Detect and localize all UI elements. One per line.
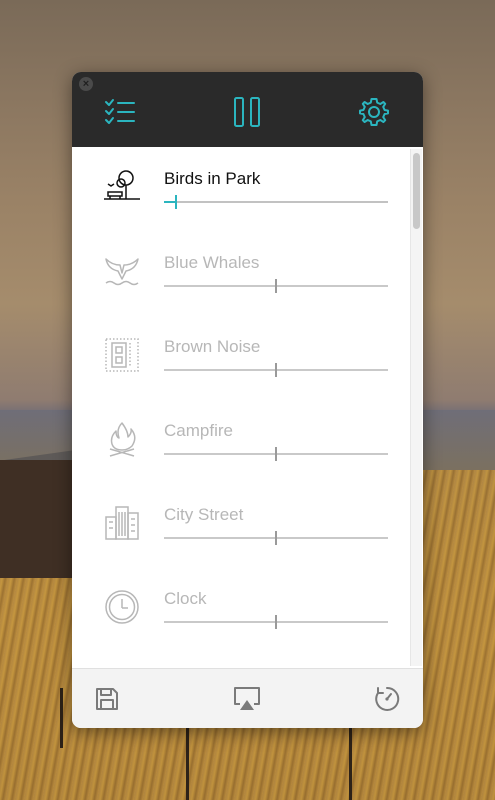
sound-label: Blue Whales <box>164 253 260 272</box>
sound-label: Brown Noise <box>164 337 261 356</box>
bottom-toolbar <box>72 668 423 728</box>
sound-label: Clock <box>164 589 207 608</box>
clock-icon <box>105 590 139 624</box>
gear-icon <box>359 98 389 126</box>
park-tree-bench-icon <box>104 170 140 200</box>
sound-row-blue-whales[interactable]: Blue Whales <box>72 231 408 315</box>
volume-slider[interactable] <box>164 615 388 629</box>
volume-thumb[interactable] <box>275 363 277 377</box>
timer-button[interactable] <box>371 683 403 715</box>
save-icon <box>96 688 118 710</box>
pause-icon <box>234 97 260 127</box>
pause-button[interactable] <box>227 94 267 130</box>
whale-tail-icon <box>105 258 139 286</box>
checklist-button[interactable] <box>100 94 140 130</box>
volume-thumb[interactable] <box>275 279 277 293</box>
volume-thumb[interactable] <box>175 195 177 209</box>
sound-row-campfire[interactable]: Campfire <box>72 399 408 483</box>
timer-icon <box>375 686 400 711</box>
brown-noise-icon <box>105 338 139 372</box>
background-fence-post <box>60 688 63 748</box>
volume-slider[interactable] <box>164 363 388 377</box>
sound-row-brown-noise[interactable]: Brown Noise <box>72 315 408 399</box>
campfire-icon <box>109 422 136 457</box>
volume-thumb[interactable] <box>275 531 277 545</box>
volume-thumb[interactable] <box>275 615 277 629</box>
sound-row-birds-in-park[interactable]: Birds in Park <box>72 147 408 231</box>
sound-label: Birds in Park <box>164 169 261 188</box>
airplay-icon <box>234 687 260 710</box>
close-button[interactable]: × <box>79 77 93 91</box>
volume-slider[interactable] <box>164 531 388 545</box>
noise-mixer-window: × Birds in Park Blue Whales Brown Noise … <box>72 72 423 728</box>
sound-list[interactable]: Birds in Park Blue Whales Brown Noise Ca… <box>72 147 423 668</box>
scrollbar[interactable] <box>410 149 422 666</box>
checklist-icon <box>105 99 135 124</box>
volume-thumb[interactable] <box>275 447 277 461</box>
sound-row-city-street[interactable]: City Street <box>72 483 408 567</box>
background-fence-post <box>186 728 189 800</box>
sound-label: City Street <box>164 505 244 524</box>
save-button[interactable] <box>91 683 123 715</box>
volume-slider[interactable] <box>164 195 388 209</box>
background-house <box>0 460 78 578</box>
volume-slider[interactable] <box>164 279 388 293</box>
sound-label: Campfire <box>164 421 233 440</box>
background-fence-post <box>349 725 352 800</box>
scrollbar-thumb[interactable] <box>413 153 420 229</box>
airplay-button[interactable] <box>231 683 263 715</box>
city-buildings-icon <box>105 506 139 540</box>
volume-slider[interactable] <box>164 447 388 461</box>
top-toolbar: × <box>72 72 423 147</box>
sound-row-clock[interactable]: Clock <box>72 567 408 651</box>
settings-button[interactable] <box>354 94 394 130</box>
